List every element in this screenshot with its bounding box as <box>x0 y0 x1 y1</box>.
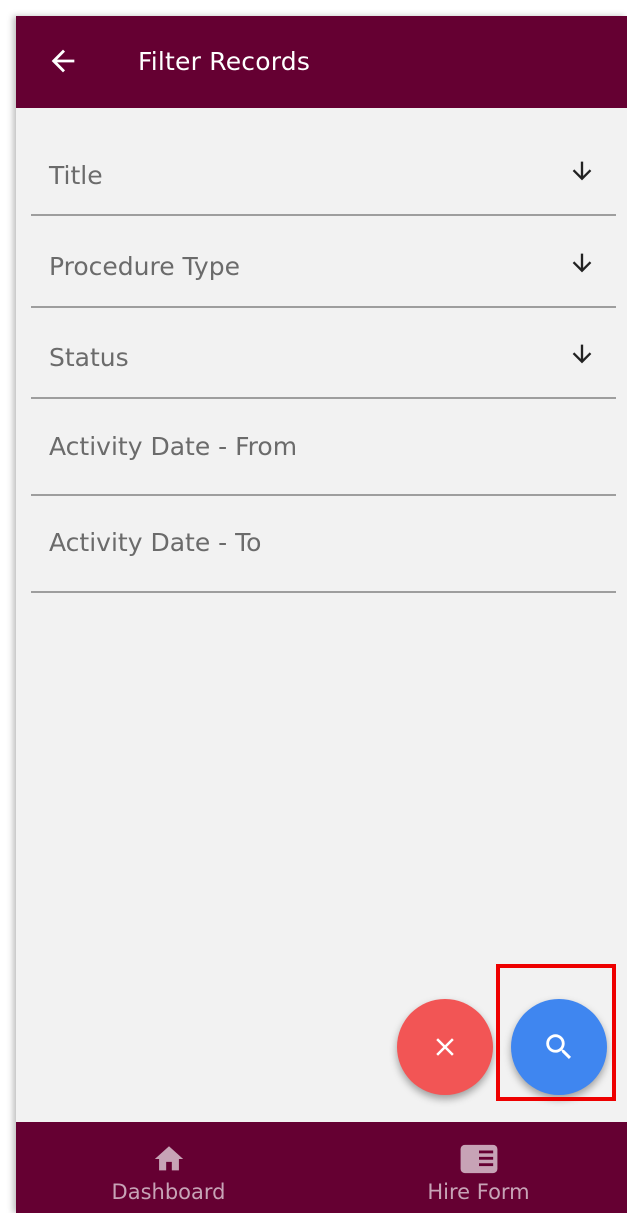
status-filter-label: Status <box>49 343 129 372</box>
title-filter-label: Title <box>49 161 103 190</box>
page-title: Filter Records <box>138 47 311 76</box>
nav-item-hire-form[interactable]: Hire Form <box>406 1122 551 1213</box>
arrow-down-icon <box>568 156 596 186</box>
activity-date-from-label: Activity Date - From <box>49 432 298 461</box>
status-filter-field[interactable]: Status <box>31 308 616 399</box>
procedure-type-filter-field[interactable]: Procedure Type <box>31 216 616 308</box>
arrow-down-icon <box>568 248 596 278</box>
nav-item-dashboard[interactable]: Dashboard <box>86 1122 251 1213</box>
arrow-left-icon <box>51 49 75 73</box>
bottom-navigation: Dashboard Hire Form <box>16 1122 627 1213</box>
procedure-type-filter-label: Procedure Type <box>49 252 240 281</box>
back-button[interactable] <box>46 44 80 78</box>
activity-date-to-label: Activity Date - To <box>49 528 262 557</box>
home-icon <box>154 1146 183 1171</box>
clear-filters-button[interactable] <box>397 999 493 1095</box>
nav-label-dashboard: Dashboard <box>111 1180 226 1204</box>
arrow-down-icon <box>568 339 596 369</box>
form-icon <box>460 1144 497 1174</box>
nav-label-hire-form: Hire Form <box>427 1180 530 1204</box>
activity-date-from-field[interactable]: Activity Date - From <box>31 399 616 496</box>
app-bar: Filter Records <box>16 16 627 108</box>
filter-screen: Filter Records Title Procedure Type Stat… <box>16 16 627 1213</box>
activity-date-to-field[interactable]: Activity Date - To <box>31 496 616 593</box>
search-button-highlight <box>496 964 616 1101</box>
close-icon <box>436 1038 454 1056</box>
title-filter-field[interactable]: Title <box>31 108 616 216</box>
